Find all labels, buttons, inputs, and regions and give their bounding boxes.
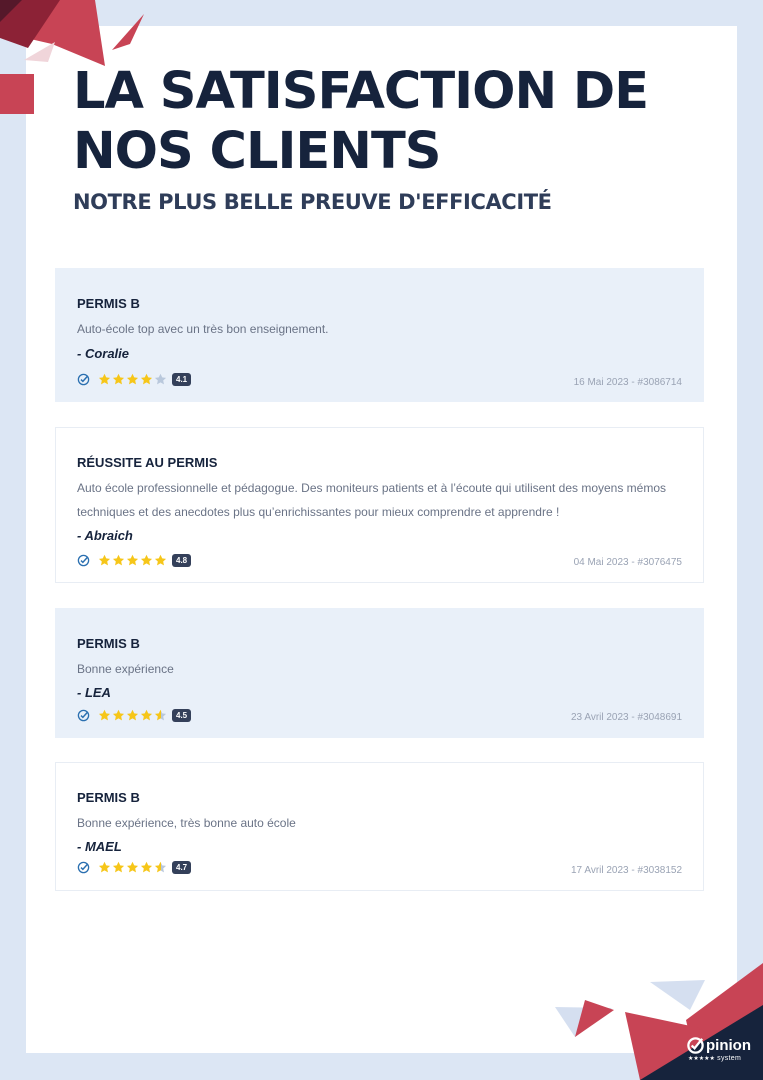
star-icon: [112, 709, 125, 720]
review-date-id: 04 Mai 2023 - #3076475: [573, 557, 682, 568]
page-title: LA SATISFACTION DE NOS CLIENTS: [73, 62, 649, 181]
star-icon: [112, 373, 125, 384]
opinion-check-icon: [687, 1037, 704, 1054]
rating-row: 4.7: [77, 859, 192, 875]
brand-name: pinion: [706, 1037, 751, 1054]
review-text: Auto école professionnelle et pédagogue.…: [77, 481, 667, 519]
review-card: PERMIS B Bonne expérience - LEA 4.5 23 A…: [55, 608, 704, 738]
review-text: Bonne expérience, très bonne auto école: [77, 816, 296, 830]
star-icon: [140, 373, 153, 384]
verified-check-icon: [77, 554, 90, 566]
star-rating: [98, 554, 167, 567]
star-icon: [154, 709, 167, 720]
star-rating: [98, 709, 167, 722]
star-icon: [98, 554, 111, 565]
star-icon: [126, 861, 139, 872]
rating-row: 4.1: [77, 371, 192, 387]
star-icon: [154, 861, 167, 872]
rating-score-badge: 4.7: [172, 860, 192, 874]
star-rating: [98, 373, 167, 386]
star-icon: [126, 373, 139, 384]
review-author: - MAEL: [77, 839, 122, 854]
star-icon: [140, 554, 153, 565]
review-author: - Coralie: [77, 346, 130, 361]
verified-check-icon: [77, 373, 90, 385]
review-author: - Abraich: [77, 528, 133, 543]
star-icon: [154, 373, 167, 384]
star-icon: [126, 709, 139, 720]
verified-check-icon: [77, 861, 90, 873]
review-title: RÉUSSITE AU PERMIS: [77, 455, 218, 470]
review-text: Bonne expérience: [77, 662, 174, 676]
deco-shard: [0, 0, 22, 22]
rating-row: 4.5: [77, 707, 192, 723]
rating-score-badge: 4.5: [172, 708, 192, 722]
star-icon: [140, 861, 153, 872]
verified-check-icon: [77, 709, 90, 721]
review-title: PERMIS B: [77, 296, 140, 311]
brand-subtitle: ★★★★★ system: [688, 1055, 741, 1062]
page-subtitle: NOTRE PLUS BELLE PREUVE D'EFFICACITÉ: [73, 190, 552, 214]
review-author: - LEA: [77, 685, 111, 700]
star-icon: [140, 709, 153, 720]
brand-stars-icon: ★★★★★: [688, 1056, 715, 1062]
review-date-id: 23 Avril 2023 - #3048691: [570, 712, 682, 723]
star-icon: [98, 861, 111, 872]
opinion-system-logo: pinion: [686, 1036, 751, 1055]
star-icon: [112, 554, 125, 565]
star-icon: [112, 861, 125, 872]
star-icon: [98, 709, 111, 720]
review-title: PERMIS B: [77, 636, 140, 651]
star-rating: [98, 861, 167, 874]
review-text: Auto-école top avec un très bon enseigne…: [77, 322, 329, 336]
brand-sub-label: system: [717, 1055, 742, 1062]
rating-score-badge: 4.8: [172, 553, 192, 567]
review-date-id: 17 Avril 2023 - #3038152: [570, 865, 682, 876]
star-icon: [98, 373, 111, 384]
rating-score-badge: 4.1: [172, 372, 192, 386]
review-date-id: 16 Mai 2023 - #3086714: [573, 377, 682, 388]
star-icon: [154, 554, 167, 565]
review-title: PERMIS B: [77, 790, 140, 805]
review-card: RÉUSSITE AU PERMIS Auto école profession…: [55, 427, 704, 583]
rating-row: 4.8: [77, 552, 192, 568]
review-card: PERMIS B Bonne expérience, très bonne au…: [55, 762, 704, 891]
review-card: PERMIS B Auto-école top avec un très bon…: [55, 268, 704, 402]
star-icon: [126, 554, 139, 565]
